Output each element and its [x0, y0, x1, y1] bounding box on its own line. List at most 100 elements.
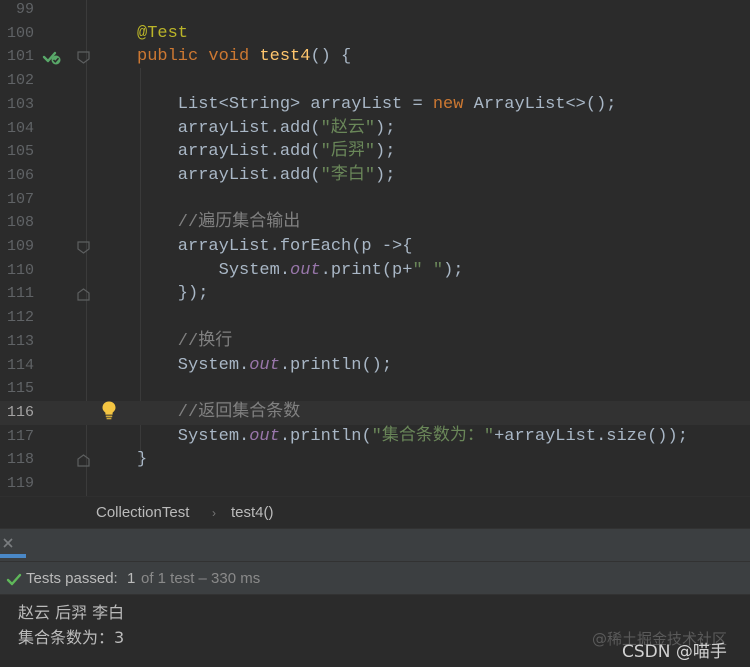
code-line[interactable]: 101 public void test4() { — [0, 45, 750, 69]
line-number[interactable]: 110 — [0, 259, 34, 283]
line-number[interactable]: 108 — [0, 211, 34, 235]
code-token: arrayList.add( — [137, 142, 321, 162]
code-text: System.out.println("集合条数为："+arrayList.si… — [137, 425, 688, 449]
run-test-icon[interactable] — [40, 46, 62, 66]
code-token: ArrayList<>(); — [463, 94, 617, 114]
code-token: .print(p+ — [320, 260, 413, 280]
code-line[interactable]: 108 //遍历集合输出 — [0, 211, 750, 235]
line-number[interactable]: 109 — [0, 235, 34, 259]
code-token: .println( — [279, 426, 372, 446]
breadcrumb: CollectionTest › test4() — [0, 496, 750, 528]
code-token: public — [137, 47, 199, 67]
code-token: //返回集合条数 — [137, 402, 301, 422]
breadcrumb-item-class[interactable]: CollectionTest — [96, 504, 189, 521]
breadcrumb-item-method[interactable]: test4() — [231, 504, 274, 521]
code-line[interactable]: 102 — [0, 69, 750, 93]
code-token: "李白" — [320, 165, 376, 185]
code-token: System. — [137, 355, 250, 375]
code-token: ); — [443, 260, 464, 280]
fold-marker-icon[interactable] — [77, 241, 90, 254]
line-number[interactable]: 104 — [0, 117, 34, 141]
line-number[interactable]: 102 — [0, 69, 34, 93]
line-number[interactable]: 119 — [0, 472, 34, 496]
line-number[interactable]: 106 — [0, 164, 34, 188]
line-number[interactable]: 101 — [0, 45, 34, 69]
code-token: new — [432, 94, 464, 114]
line-number[interactable]: 114 — [0, 354, 34, 378]
code-text: //换行 — [137, 330, 232, 354]
fold-marker-icon[interactable] — [77, 288, 90, 301]
code-editor[interactable]: 99 100 @Test 101 public void test4() { 102 103… — [0, 0, 750, 496]
code-token: ); — [375, 165, 396, 185]
code-line[interactable]: 111 }); — [0, 282, 750, 306]
code-token: System. — [137, 426, 250, 446]
code-text: } — [137, 448, 147, 472]
tests-passed-count: 1 — [127, 570, 136, 587]
line-number[interactable]: 100 — [0, 22, 34, 46]
line-number[interactable]: 116 — [0, 401, 34, 425]
console-line: 赵云 后羿 李白 — [18, 603, 125, 622]
code-token: () { — [310, 47, 352, 67]
code-text: arrayList.add("后羿"); — [137, 140, 396, 164]
code-token: "后羿" — [320, 142, 376, 162]
tests-passed-label: Tests passed: — [26, 570, 118, 587]
code-text: //遍历集合输出 — [137, 211, 300, 235]
line-number[interactable]: 117 — [0, 425, 34, 449]
code-line[interactable]: 107 — [0, 188, 750, 212]
line-number[interactable]: 111 — [0, 282, 34, 306]
code-line[interactable]: 104 arrayList.add("赵云"); — [0, 117, 750, 141]
test-status-bar: Tests passed: 1 of 1 test – 330 ms — [0, 561, 750, 595]
line-number[interactable]: 105 — [0, 140, 34, 164]
code-token: System. — [137, 260, 291, 280]
code-text: arrayList.forEach(p ->{ — [137, 235, 413, 259]
code-token: arrayList.forEach(p ->{ — [137, 237, 413, 256]
code-text: }); — [137, 282, 209, 306]
code-token: out — [290, 260, 321, 280]
breadcrumb-separator: › — [212, 506, 216, 520]
line-number[interactable]: 115 — [0, 377, 34, 401]
line-number[interactable]: 112 — [0, 306, 34, 330]
code-token: //遍历集合输出 — [137, 213, 301, 233]
check-icon — [6, 573, 22, 586]
csdn-author-label: CSDN @喵手 — [622, 642, 727, 662]
close-icon[interactable] — [2, 537, 14, 549]
code-token: +arrayList.size()); — [494, 426, 688, 446]
fold-marker-icon[interactable] — [77, 51, 90, 64]
code-line[interactable]: 100 @Test — [0, 22, 750, 46]
code-token: void — [208, 47, 250, 67]
line-number[interactable]: 99 — [0, 0, 34, 22]
code-token: test4 — [259, 47, 311, 67]
code-text: @Test — [137, 22, 188, 46]
code-line[interactable]: 115 — [0, 377, 750, 401]
code-token: ); — [375, 118, 396, 138]
code-line[interactable]: 99 — [0, 0, 750, 22]
code-text: arrayList.add("赵云"); — [137, 117, 396, 141]
code-token: "赵云" — [320, 118, 376, 138]
intention-bulb-icon[interactable] — [100, 400, 118, 420]
code-line[interactable]: 103 List<String> arrayList = new ArrayLi… — [0, 93, 750, 117]
code-line[interactable]: 105 arrayList.add("后羿"); — [0, 140, 750, 164]
code-token: "集合条数为：" — [371, 426, 495, 446]
code-token: arrayList.add( — [137, 165, 321, 185]
code-token: " " — [412, 260, 444, 280]
code-token: } — [137, 450, 148, 470]
code-line[interactable]: 109 arrayList.forEach(p ->{ — [0, 235, 750, 259]
code-line[interactable]: 119 — [0, 472, 750, 496]
line-number[interactable]: 107 — [0, 188, 34, 212]
code-text: List<String> arrayList = new ArrayList<>… — [137, 93, 617, 117]
code-line[interactable]: 114 System.out.println(); — [0, 354, 750, 378]
line-number[interactable]: 113 — [0, 330, 34, 354]
code-text: arrayList.add("李白"); — [137, 164, 396, 188]
code-line[interactable]: 112 — [0, 306, 750, 330]
tests-summary-detail: of 1 test – 330 ms — [141, 570, 261, 587]
fold-marker-icon[interactable] — [77, 454, 90, 467]
code-line[interactable]: 113 //换行 — [0, 330, 750, 354]
code-line[interactable]: 106 arrayList.add("李白"); — [0, 164, 750, 188]
run-tool-window-tabs — [0, 528, 750, 561]
line-number[interactable]: 118 — [0, 448, 34, 472]
code-line[interactable]: 118} — [0, 448, 750, 472]
code-line[interactable]: 110 System.out.print(p+" "); — [0, 259, 750, 283]
code-line[interactable]: 117 System.out.println("集合条数为："+arrayLis… — [0, 425, 750, 449]
line-number[interactable]: 103 — [0, 93, 34, 117]
